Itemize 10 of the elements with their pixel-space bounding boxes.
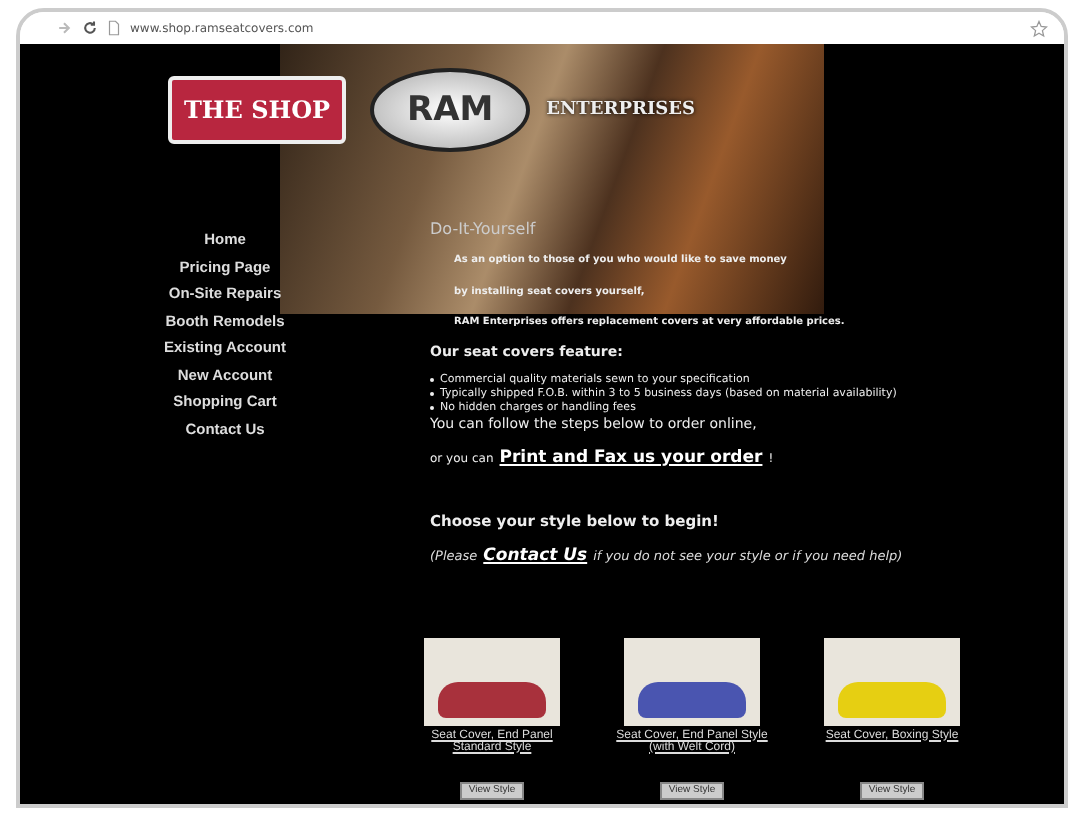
print-fax-link[interactable]: Print and Fax us your order <box>499 447 763 467</box>
product-photo[interactable] <box>424 637 560 725</box>
product-photo[interactable] <box>624 637 760 725</box>
shop-logo[interactable]: THE SHOP <box>168 76 347 144</box>
page-title: Do-It-Yourself <box>430 220 538 238</box>
star-icon[interactable] <box>1030 19 1048 37</box>
contact-link[interactable]: Contact Us <box>483 545 588 565</box>
enterprises-logo-text: ENTERPRISES <box>546 100 696 120</box>
reload-icon[interactable] <box>82 20 98 36</box>
page-icon <box>108 20 120 36</box>
